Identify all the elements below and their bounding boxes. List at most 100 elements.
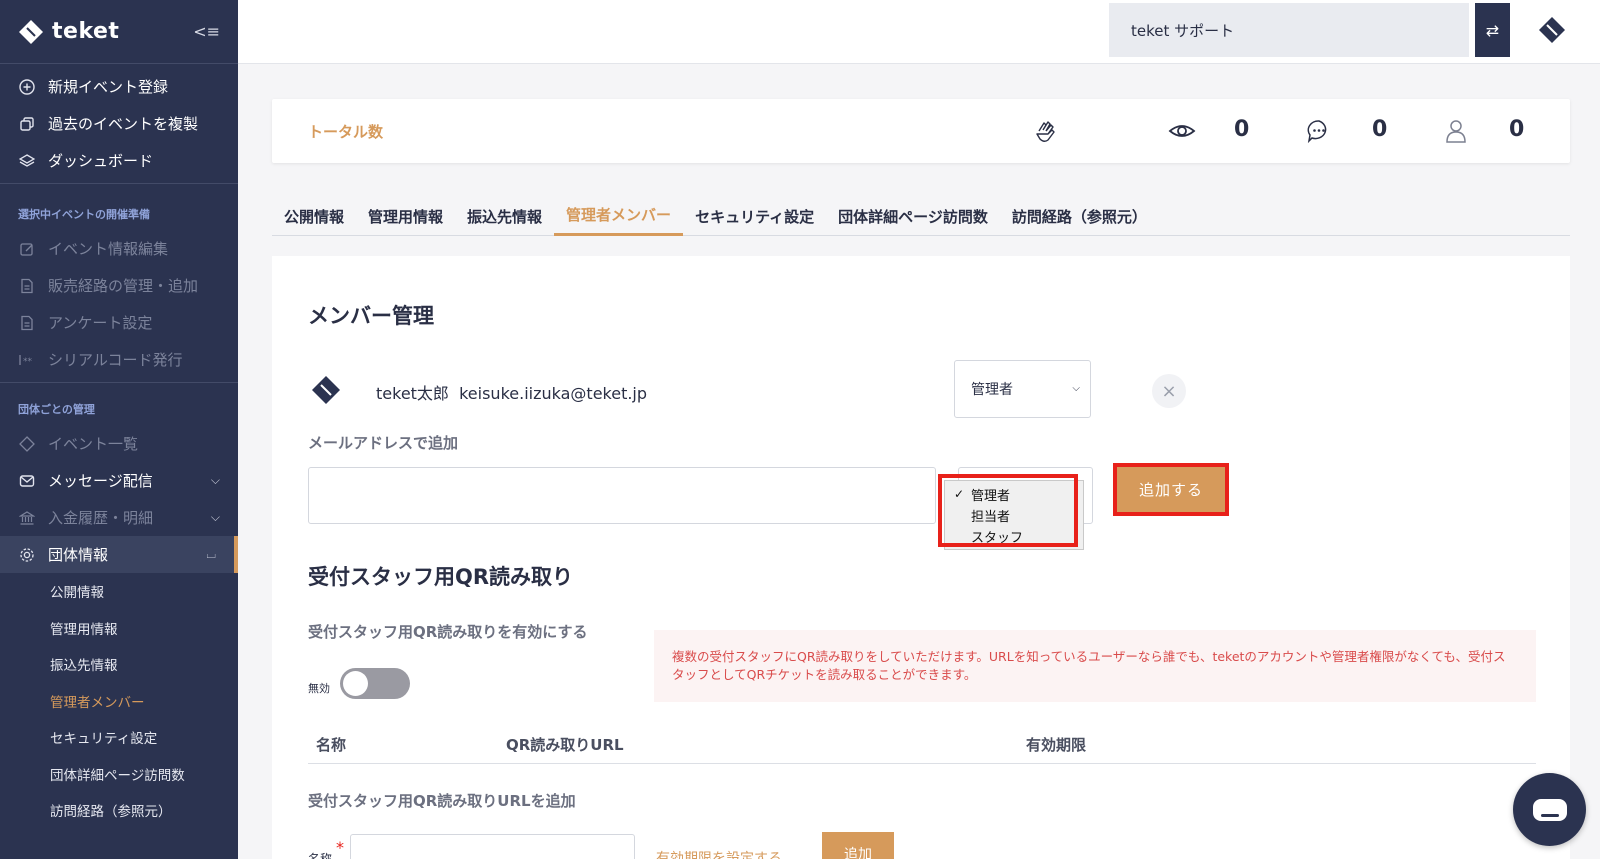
qr-notice: 複数の受付スタッフにQR読み取りをしていただけます。URLを知っているユーザーな… [654,630,1536,702]
tab-security[interactable]: セキュリティ設定 [683,196,826,236]
totals-title: トータル数 [308,123,384,141]
brand-name: teket [52,19,120,44]
sidebar-item-sales-channels[interactable]: 販売経路の管理・追加 [0,267,238,304]
plus-circle-icon [18,78,36,96]
svg-text:**: ** [23,357,33,367]
sidebar-item-survey[interactable]: アンケート設定 [0,304,238,341]
sidebar: teket <≡ 新規イベント登録 過去のイベントを複製 ダッシュボード 選択中… [0,0,238,859]
views-count: 0 [1234,117,1250,142]
tab-bank-info[interactable]: 振込先情報 [455,196,554,236]
sidebar-item-edit-event[interactable]: イベント情報編集 [0,230,238,267]
sidebar-item-label: 新規イベント登録 [48,78,169,96]
add-qr-url-button[interactable]: 追加 [822,832,894,859]
sidebar-subitem-security[interactable]: セキュリティ設定 [0,719,238,756]
sidebar-item-new-event[interactable]: 新規イベント登録 [0,68,238,105]
toggle-knob [343,671,368,696]
main-card: メンバー管理 teket太郎 keisuke.iizuka@teket.jp 管… [272,256,1570,859]
qr-enable-toggle[interactable] [340,668,410,699]
logo-row: teket <≡ [0,0,238,64]
member-name: teket太郎 keisuke.iizuka@teket.jp [376,380,647,404]
url-name-label: 名称 [308,852,333,859]
tab-public-info[interactable]: 公開情報 [272,196,356,236]
bank-icon [18,509,36,527]
sidebar-item-payments[interactable]: 入金履歴・明細 ⌵ [0,499,238,536]
sidebar-subitem-referrers[interactable]: 訪問経路（参照元） [0,792,238,829]
section-label: 選択中イベントの開催準備 [18,208,150,221]
qr-heading: 受付スタッフ用QR読み取り [308,565,574,589]
switch-org-button[interactable]: ⇄ [1475,3,1510,57]
close-icon: × [1161,380,1177,402]
org-name-box[interactable]: teket サポート [1109,3,1469,57]
gear-icon [18,546,36,564]
sidebar-item-label: 入金履歴・明細 [48,509,154,527]
users-count: 0 [1509,117,1525,142]
member-avatar-icon [312,376,340,404]
set-expiry-link[interactable]: 有効期限を設定する [656,848,782,859]
user-avatar-icon[interactable] [1536,14,1568,46]
sidebar-item-label: 過去のイベントを複製 [48,115,199,133]
collapse-sidebar-icon[interactable]: <≡ [193,22,220,41]
tab-referrers[interactable]: 訪問経路（参照元） [1000,196,1159,236]
chevron-down-icon[interactable]: ⌵ [211,473,220,488]
teket-logo-icon [19,19,43,44]
org-name: teket サポート [1131,21,1235,40]
sidebar-item-label: 団体情報 [48,546,109,564]
add-by-email-label: メールアドレスで追加 [308,434,459,452]
serial-code-icon: ** [18,351,36,369]
add-qr-url-label: 受付スタッフ用QR読み取りURLを追加 [308,792,576,810]
member-display-name: teket太郎 [376,384,449,403]
sidebar-item-duplicate-event[interactable]: 過去のイベントを複製 [0,105,238,142]
sidebar-item-messages[interactable]: メッセージ配信 ⌵ [0,462,238,499]
chevron-down-icon: ⌵ [1072,383,1080,394]
sidebar-subitem-bank-info[interactable]: 振込先情報 [0,646,238,683]
sidebar-item-label: イベント情報編集 [48,240,169,258]
sidebar-subitem-page-visits[interactable]: 団体詳細ページ訪問数 [0,756,238,793]
sidebar-item-dashboard[interactable]: ダッシュボード [0,142,238,179]
sidebar-item-label: メッセージ配信 [48,472,153,490]
remove-member-button[interactable]: × [1152,374,1186,408]
sidebar-item-event-list[interactable]: イベント一覧 [0,425,238,462]
column-header-name: 名称 [316,736,347,754]
chevron-down-icon[interactable]: ⌵ [211,510,220,525]
member-role-select[interactable]: 管理者 ⌵ [954,360,1091,418]
member-role-value: 管理者 [971,382,1013,398]
required-asterisk: * [336,838,344,857]
sidebar-subitem-admin-members[interactable]: 管理者メンバー [0,683,238,720]
sidebar-item-org-info[interactable]: 団体情報 ⌴ [0,536,238,573]
comment-icon [1307,120,1327,144]
sidebar-item-label: ダッシュボード [48,152,154,170]
tab-admin-info[interactable]: 管理用情報 [356,196,455,236]
sidebar-subitem-admin-info[interactable]: 管理用情報 [0,610,238,647]
totals-card: トータル数 0 0 0 [272,99,1570,163]
toggle-state-label: 無効 [308,682,330,695]
section-label: 団体ごとの管理 [18,403,95,416]
document-icon [18,277,36,295]
qr-url-name-input[interactable] [350,834,635,859]
tab-page-visits[interactable]: 団体詳細ページ訪問数 [826,196,1000,236]
tab-admin-members[interactable]: 管理者メンバー [554,196,684,236]
add-button-highlight-box [1113,463,1229,516]
document-icon [18,314,36,332]
member-management-heading: メンバー管理 [308,304,434,328]
chat-bubble-icon [1532,798,1567,821]
qr-url-table-header: 名称 QR読み取りURL 有効期限 [308,724,1536,764]
member-email: keisuke.iizuka@teket.jp [459,384,648,403]
sidebar-item-label: シリアルコード発行 [48,351,183,369]
chat-support-button[interactable] [1513,773,1586,846]
sidebar-org-group: 団体ごとの管理 イベント一覧 メッセージ配信 ⌵ 入金履歴・明細 ⌵ 団体情報 … [0,383,238,829]
chevron-up-icon[interactable]: ⌴ [206,547,216,562]
clap-icon [1036,121,1055,142]
sidebar-item-label: アンケート設定 [48,314,153,332]
sidebar-item-serial-code[interactable]: ** シリアルコード発行 [0,341,238,378]
column-header-expiry: 有効期限 [1026,736,1087,754]
swap-arrows-icon: ⇄ [1485,20,1500,40]
dropdown-highlight-box [938,474,1078,547]
sidebar-subitem-public-info[interactable]: 公開情報 [0,573,238,610]
settings-tabs: 公開情報 管理用情報 振込先情報 管理者メンバー セキュリティ設定 団体詳細ペー… [272,196,1570,236]
qr-enable-label: 受付スタッフ用QR読み取りを有効にする [308,623,588,641]
layers-icon [18,152,36,170]
email-input[interactable] [308,467,936,524]
edit-icon [18,240,36,258]
copy-icon [18,115,36,133]
eye-icon [1168,125,1196,137]
